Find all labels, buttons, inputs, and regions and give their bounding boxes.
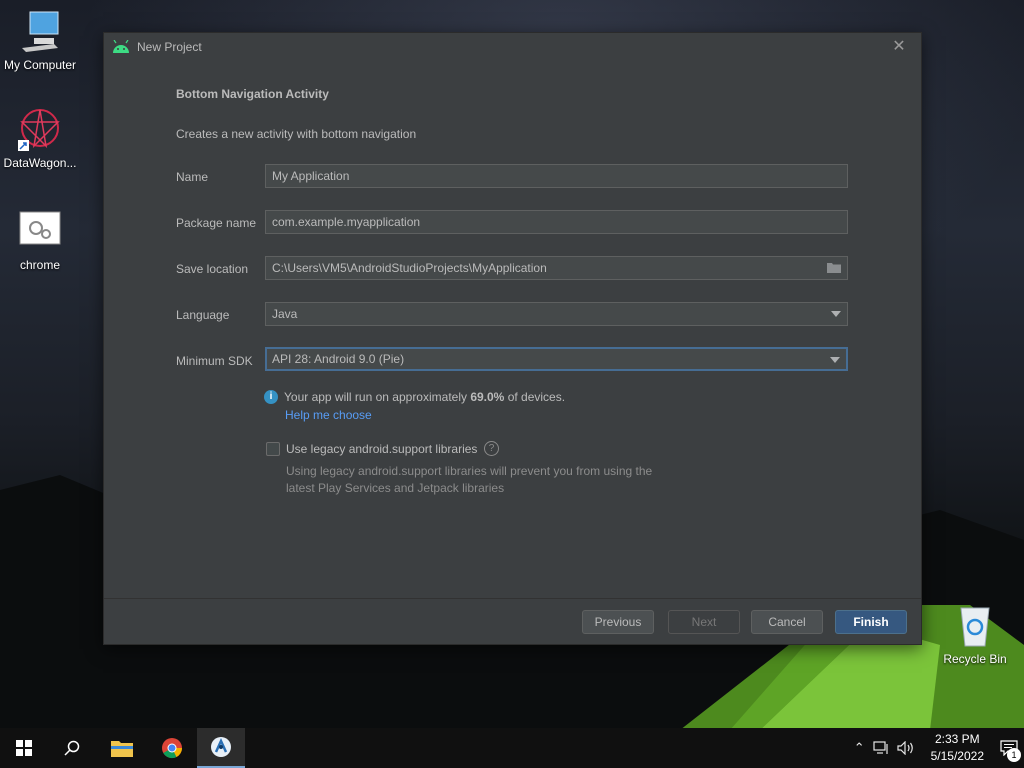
desktop-icon-label: DataWagon... [3,156,77,170]
desktop-icon-chrome[interactable]: chrome [0,208,80,272]
legacy-support-label[interactable]: Use legacy android.support libraries [286,442,477,456]
chrome-icon [162,738,183,759]
action-center-button[interactable]: 1 [994,728,1024,768]
language-select[interactable]: Java [265,302,848,326]
legacy-support-checkbox[interactable] [266,442,280,456]
taskbar-android-studio[interactable] [197,728,245,768]
taskbar-clock[interactable]: 2:33 PM 5/15/2022 [931,731,984,765]
coverage-percent: 69.0% [470,390,505,404]
chevron-down-icon [831,311,841,317]
minimum-sdk-select[interactable]: API 28: Android 9.0 (Pie) [265,347,848,371]
taskbar-file-explorer[interactable] [98,728,146,768]
start-button[interactable] [0,728,48,768]
notification-badge: 1 [1007,748,1021,762]
computer-icon [22,11,59,52]
chevron-down-icon [830,357,840,363]
chevron-up-icon[interactable]: ⌃ [854,740,865,756]
dialog-footer-divider [104,598,921,599]
network-icon[interactable] [873,741,889,755]
minimum-sdk-label: Minimum SDK [176,354,253,368]
legacy-support-hint: Using legacy android.support libraries w… [286,464,653,495]
device-coverage-info: i Your app will run on approximately 69.… [264,390,565,404]
recycle-bin-icon [960,607,990,647]
desktop-icon-recycle-bin[interactable]: Recycle Bin [935,602,1015,666]
android-studio-icon [211,737,231,757]
datawagon-icon [18,109,60,151]
search-icon [64,740,80,756]
close-icon[interactable]: ✕ [891,39,907,55]
language-label: Language [176,308,230,322]
save-location-input[interactable]: C:\Users\VM5\AndroidStudioProjects\MyApp… [265,256,848,280]
taskbar-chrome[interactable] [148,728,196,768]
question-icon[interactable]: ? [484,441,499,456]
search-button[interactable] [48,728,96,768]
package-name-input[interactable]: com.example.myapplication [265,210,848,234]
taskbar: ⌃ 2:33 PM 5/15/2022 1 [0,728,1024,768]
desktop-icon-datawagon[interactable]: DataWagon... [0,106,80,170]
previous-button[interactable]: Previous [582,610,654,634]
dialog-title: New Project [137,40,202,54]
dialog-titlebar[interactable]: New Project ✕ [104,33,921,61]
save-location-label: Save location [176,262,249,276]
cancel-button[interactable]: Cancel [751,610,823,634]
desktop-icon-label: chrome [19,258,60,272]
android-icon [113,40,129,53]
desktop-icon-my-computer[interactable]: My Computer [0,8,80,72]
info-icon: i [264,390,278,404]
device-coverage-text: Your app will run on approximately 69.0%… [284,390,566,404]
package-name-label: Package name [176,216,257,230]
clock-date: 5/15/2022 [930,749,984,763]
name-input[interactable]: My Application [265,164,848,188]
template-description: Creates a new activity with bottom navig… [176,127,417,141]
folder-icon [111,741,133,757]
volume-icon[interactable] [897,741,915,755]
system-tray: ⌃ 2:33 PM 5/15/2022 1 [850,728,1024,768]
app-window-icon [19,211,61,245]
next-button[interactable]: Next [668,610,740,634]
save-location-value: C:\Users\VM5\AndroidStudioProjects\MyApp… [272,261,547,275]
finish-button[interactable]: Finish [835,610,907,634]
desktop-icon-label: Recycle Bin [943,652,1007,666]
language-value: Java [272,307,298,321]
help-me-choose-link[interactable]: Help me choose [285,408,372,422]
folder-icon[interactable] [827,262,841,273]
desktop-icon-label: My Computer [3,58,77,72]
clock-time: 2:33 PM [934,732,980,746]
new-project-dialog: New Project ✕ Bottom Navigation Activity… [103,32,922,645]
template-heading: Bottom Navigation Activity [176,87,329,101]
minimum-sdk-value: API 28: Android 9.0 (Pie) [272,352,405,366]
windows-icon [16,740,32,756]
name-label: Name [176,170,209,184]
